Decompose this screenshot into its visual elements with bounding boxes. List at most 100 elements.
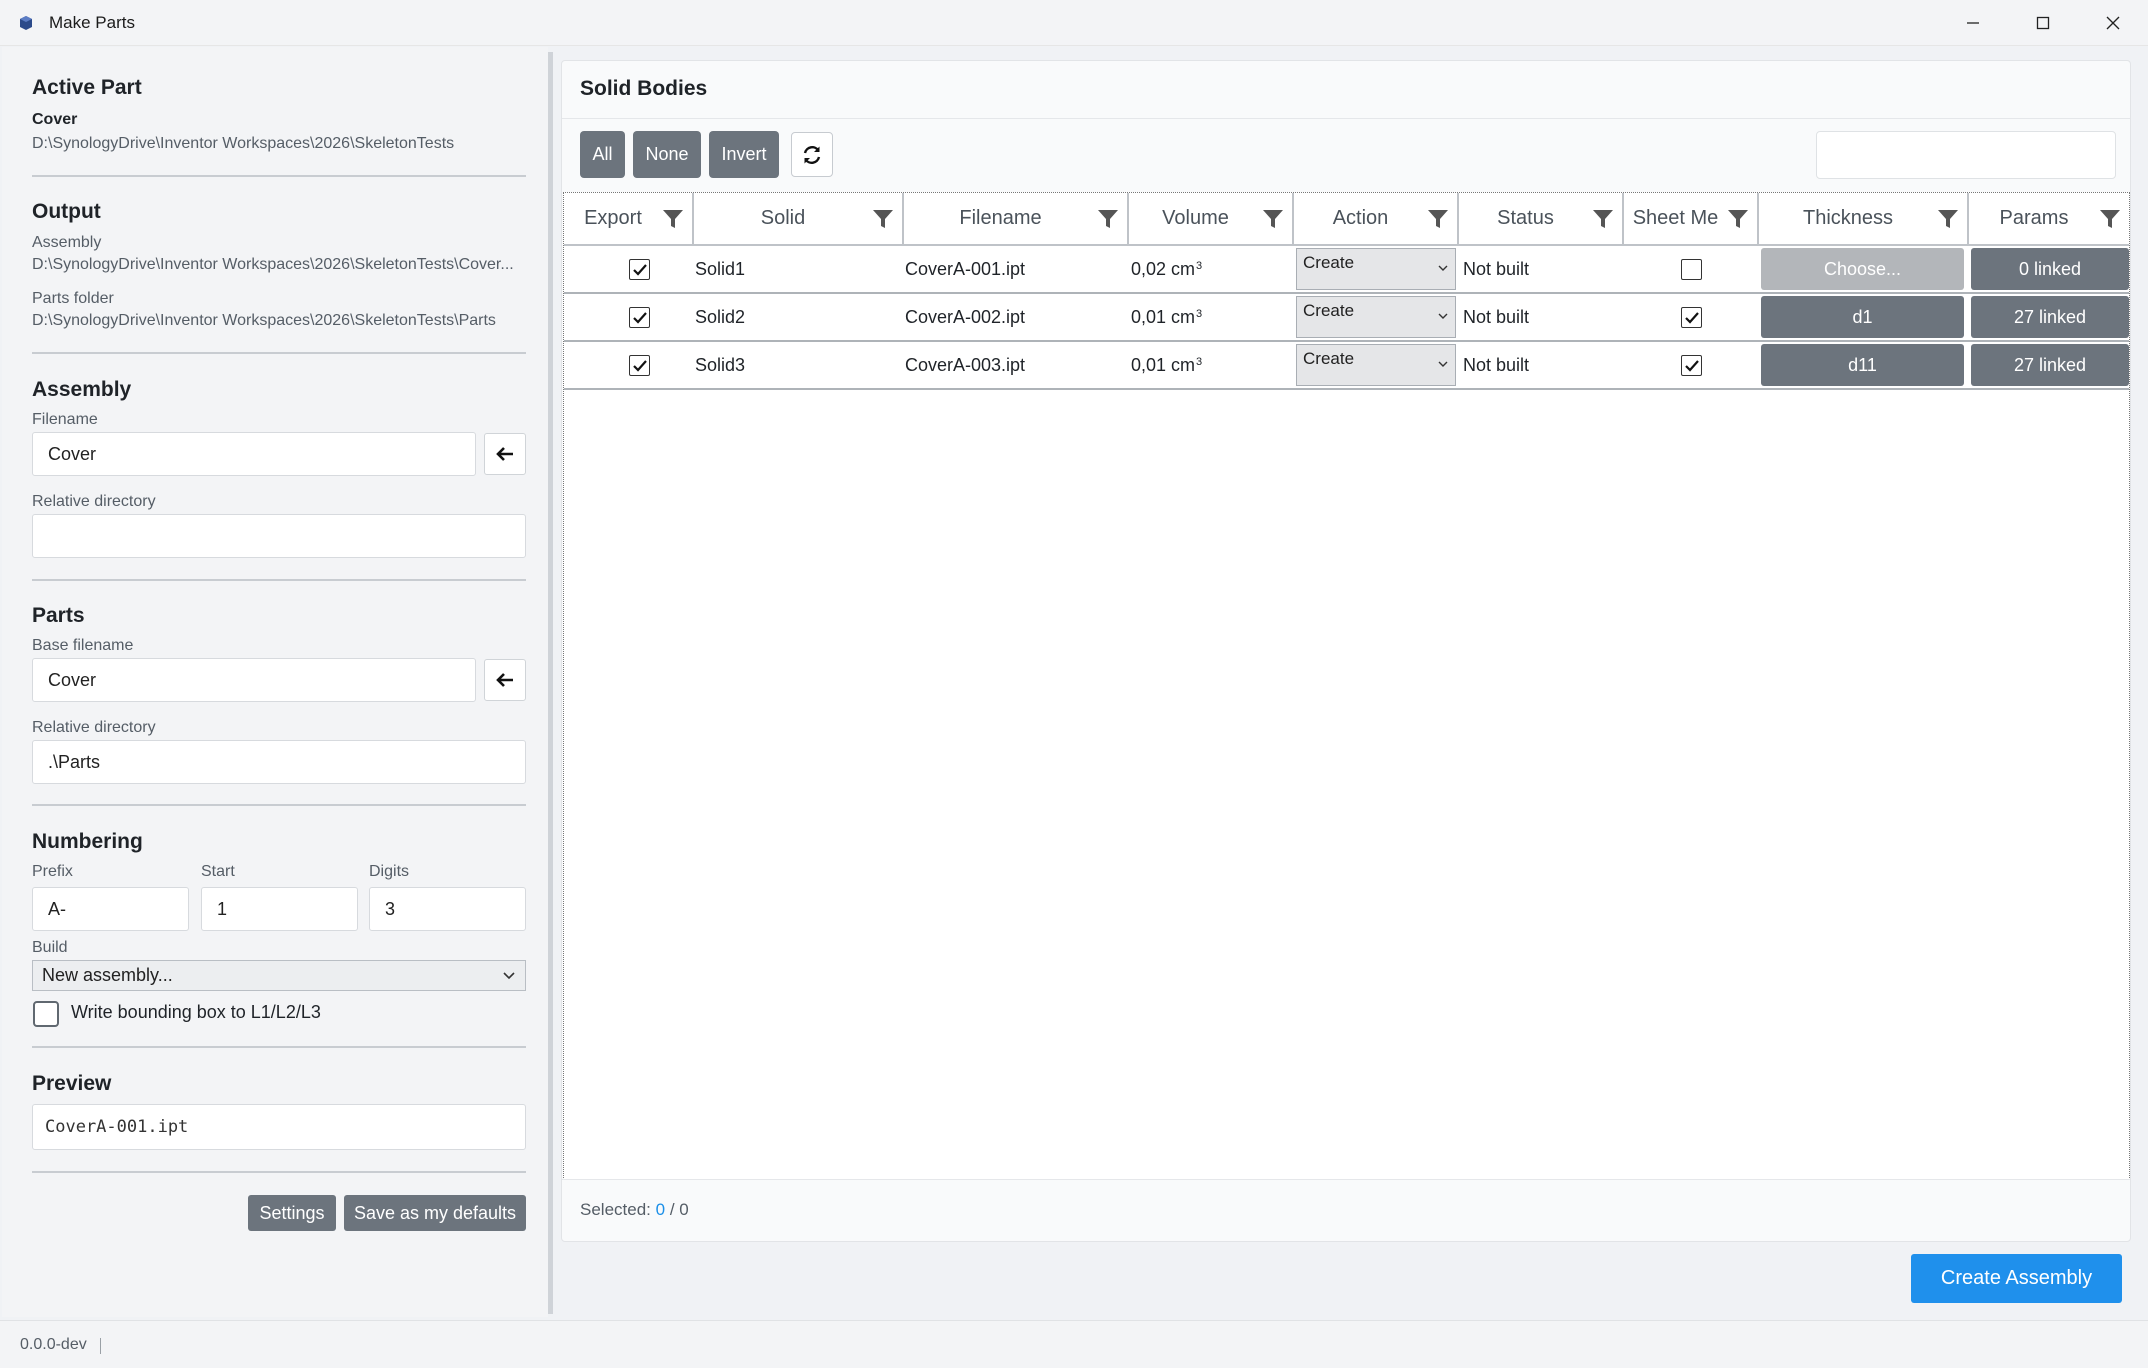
chevron-down-icon bbox=[503, 971, 515, 979]
column-header-sheet-metal[interactable]: Sheet Me bbox=[1624, 193, 1759, 244]
column-header-action[interactable]: Action bbox=[1294, 193, 1459, 244]
filter-icon[interactable] bbox=[1097, 208, 1119, 230]
export-checkbox[interactable] bbox=[629, 307, 650, 328]
active-part-path: D:\SynologyDrive\Inventor Workspaces\202… bbox=[32, 135, 455, 152]
card-footer: Selected: 0 / 0 bbox=[562, 1179, 2130, 1241]
solid-name: Solid1 bbox=[695, 258, 746, 279]
filter-icon[interactable] bbox=[1262, 208, 1284, 230]
table-row[interactable]: Solid1 CoverA-001.ipt 0,02 cm 3 Create No… bbox=[564, 246, 2129, 294]
sheet-metal-checkbox[interactable] bbox=[1681, 259, 1702, 280]
column-header-filename[interactable]: Filename bbox=[904, 193, 1129, 244]
select-all-button[interactable]: All bbox=[580, 131, 625, 178]
column-header-status[interactable]: Status bbox=[1459, 193, 1624, 244]
action-select[interactable]: Create bbox=[1296, 296, 1456, 338]
maximize-button[interactable] bbox=[2008, 0, 2078, 46]
solid-status: Not built bbox=[1463, 258, 1530, 279]
title-bar: Make Parts bbox=[0, 0, 2148, 46]
solid-filename: CoverA-001.ipt bbox=[905, 258, 1026, 279]
action-select[interactable]: Create bbox=[1296, 248, 1456, 290]
minimize-button[interactable] bbox=[1938, 0, 2008, 46]
digits-input[interactable]: 3 bbox=[369, 887, 526, 931]
search-input[interactable] bbox=[1816, 131, 2116, 179]
chevron-down-icon bbox=[1438, 361, 1448, 367]
active-part-heading: Active Part bbox=[32, 76, 142, 99]
thickness-param-button[interactable]: d11 bbox=[1761, 344, 1964, 386]
arrow-left-icon bbox=[496, 447, 513, 461]
thickness-choose-button[interactable]: Choose... bbox=[1761, 248, 1964, 290]
filter-icon[interactable] bbox=[2099, 208, 2121, 230]
check-icon bbox=[1684, 311, 1699, 324]
window-title: Make Parts bbox=[49, 12, 135, 32]
save-defaults-button[interactable]: Save as my defaults bbox=[344, 1195, 526, 1231]
create-assembly-button[interactable]: Create Assembly bbox=[1911, 1254, 2122, 1303]
filter-icon[interactable] bbox=[1727, 208, 1749, 230]
filter-icon[interactable] bbox=[662, 208, 684, 230]
assembly-filename-reset-button[interactable] bbox=[484, 433, 526, 475]
solid-status: Not built bbox=[1463, 354, 1530, 375]
chevron-down-icon bbox=[1438, 313, 1448, 319]
prefix-input[interactable]: A- bbox=[32, 887, 189, 931]
params-linked-button[interactable]: 27 linked bbox=[1971, 344, 2129, 386]
output-heading: Output bbox=[32, 200, 101, 223]
maximize-icon bbox=[2036, 16, 2050, 30]
divider bbox=[32, 1046, 526, 1048]
build-label: Build bbox=[32, 939, 68, 956]
filter-icon[interactable] bbox=[1937, 208, 1959, 230]
column-header-solid[interactable]: Solid bbox=[694, 193, 904, 244]
column-header-volume[interactable]: Volume bbox=[1129, 193, 1294, 244]
assembly-reldir-input[interactable] bbox=[32, 514, 526, 558]
filter-icon[interactable] bbox=[872, 208, 894, 230]
assembly-reldir-label: Relative directory bbox=[32, 493, 156, 510]
solid-name: Solid2 bbox=[695, 306, 746, 327]
select-none-button[interactable]: None bbox=[633, 131, 701, 178]
export-checkbox[interactable] bbox=[629, 259, 650, 280]
output-assembly-label: Assembly bbox=[32, 234, 102, 251]
close-button[interactable] bbox=[2078, 0, 2148, 46]
parts-reldir-label: Relative directory bbox=[32, 719, 156, 736]
solid-bodies-title: Solid Bodies bbox=[580, 77, 708, 100]
filter-icon[interactable] bbox=[1427, 208, 1449, 230]
parts-reldir-input[interactable]: .\Parts bbox=[32, 740, 526, 784]
export-checkbox[interactable] bbox=[629, 355, 650, 376]
output-parts-path: D:\SynologyDrive\Inventor Workspaces\202… bbox=[32, 312, 496, 329]
selection-count: Selected: 0 / 0 bbox=[580, 1200, 689, 1219]
parts-base-input[interactable]: Cover bbox=[32, 658, 476, 702]
assembly-filename-input[interactable]: Cover bbox=[32, 432, 476, 476]
column-header-params[interactable]: Params bbox=[1969, 193, 2129, 244]
params-linked-button[interactable]: 0 linked bbox=[1971, 248, 2129, 290]
invert-selection-button[interactable]: Invert bbox=[709, 131, 779, 178]
check-icon bbox=[632, 311, 647, 324]
sheet-metal-checkbox[interactable] bbox=[1681, 355, 1702, 376]
parts-base-reset-button[interactable] bbox=[484, 659, 526, 701]
arrow-left-icon bbox=[496, 673, 513, 687]
filter-icon[interactable] bbox=[1592, 208, 1614, 230]
parts-base-label: Base filename bbox=[32, 637, 134, 654]
prefix-label: Prefix bbox=[32, 863, 73, 880]
column-header-thickness[interactable]: Thickness bbox=[1759, 193, 1969, 244]
solid-name: Solid3 bbox=[695, 354, 746, 375]
solid-status: Not built bbox=[1463, 306, 1530, 327]
refresh-button[interactable] bbox=[791, 132, 833, 177]
action-select[interactable]: Create bbox=[1296, 344, 1456, 386]
params-linked-button[interactable]: 27 linked bbox=[1971, 296, 2129, 338]
thickness-param-button[interactable]: d1 bbox=[1761, 296, 1964, 338]
assembly-heading: Assembly bbox=[32, 378, 132, 401]
column-header-export[interactable]: Export bbox=[564, 193, 694, 244]
sheet-metal-checkbox[interactable] bbox=[1681, 307, 1702, 328]
divider bbox=[32, 804, 526, 806]
build-select[interactable]: New assembly... bbox=[32, 960, 526, 991]
solid-volume: 0,02 cm 3 bbox=[1131, 258, 1203, 279]
status-separator bbox=[100, 1338, 101, 1354]
table-row[interactable]: Solid2 CoverA-002.ipt 0,01 cm 3 Create No… bbox=[564, 294, 2129, 342]
divider bbox=[32, 352, 526, 354]
check-icon bbox=[632, 359, 647, 372]
table-row[interactable]: Solid3 CoverA-003.ipt 0,01 cm 3 Create No… bbox=[564, 342, 2129, 390]
start-input[interactable]: 1 bbox=[201, 887, 358, 931]
version-label: 0.0.0-dev bbox=[20, 1336, 87, 1353]
settings-button[interactable]: Settings bbox=[248, 1195, 336, 1231]
output-parts-label: Parts folder bbox=[32, 290, 114, 307]
panel-splitter[interactable] bbox=[548, 52, 553, 1314]
bbox-checkbox[interactable] bbox=[33, 1001, 59, 1027]
output-assembly-path: D:\SynologyDrive\Inventor Workspaces\202… bbox=[32, 256, 514, 273]
check-icon bbox=[632, 263, 647, 276]
